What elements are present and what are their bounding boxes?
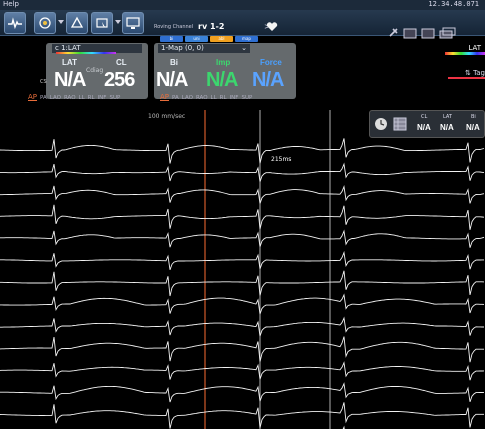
catheter-button[interactable] [34, 12, 56, 34]
lat-color-bar [56, 52, 116, 54]
bi-label: Bi [170, 58, 178, 67]
ecg-channel-trace [0, 361, 485, 381]
catheter-target-icon [39, 17, 51, 29]
lat-value: N/A [54, 69, 86, 91]
view-pa[interactable]: PA [40, 95, 47, 101]
map-button[interactable] [66, 12, 88, 34]
map-panel-title-text: 1-Map (0, 0) [161, 44, 204, 52]
view-lao[interactable]: LAO [50, 95, 61, 101]
ecg-channel-trace [0, 402, 484, 429]
chevron-down-icon[interactable] [115, 20, 121, 24]
tools-icon[interactable] [389, 28, 398, 37]
heart-icon[interactable] [265, 22, 279, 32]
anatomy-icon [70, 16, 84, 28]
clock-readout: 12.34.48.071 [428, 0, 479, 8]
help-menu[interactable]: Help [3, 0, 19, 8]
view-ap[interactable]: AP [160, 93, 169, 101]
signals-button[interactable] [4, 12, 26, 34]
roving-channel-label: Roving Channel [154, 24, 194, 30]
view-rl[interactable]: RL [220, 95, 227, 101]
left-mini-label: CS [40, 79, 47, 85]
system-bar: Help 12.34.48.071 [0, 0, 485, 10]
view-button[interactable] [91, 12, 113, 34]
view-sup[interactable]: SUP [241, 95, 252, 101]
ecg-channel-trace [0, 185, 485, 204]
force-value: N/A [252, 69, 284, 91]
map-view-row: AP PA LAO RAO LL RL INF SUP [160, 93, 255, 101]
cl-value: 256 [104, 69, 135, 91]
monitor-icon [126, 17, 140, 29]
chevron-down-icon[interactable]: ⌄ [241, 44, 247, 53]
view-rao[interactable]: RAO [64, 95, 76, 101]
view-sup[interactable]: SUP [109, 95, 120, 101]
view-inf[interactable]: INF [98, 95, 107, 101]
view-ll[interactable]: LL [79, 95, 85, 101]
right-toolbar-icons [389, 27, 456, 39]
right-color-bar [445, 52, 485, 55]
ecg-channel-trace [0, 162, 485, 182]
chip-abl[interactable]: abl [210, 36, 233, 42]
ecg-channel-trace [0, 138, 485, 164]
lat-panel-title-text: c 1:LAT [55, 44, 81, 52]
roving-channel-value: rv 1-2 [198, 22, 225, 31]
imp-label: Imp [216, 58, 231, 67]
view-pa[interactable]: PA [172, 95, 179, 101]
right-red-marker [448, 77, 485, 79]
ecg-channel-trace [0, 316, 484, 337]
map-panel-title[interactable]: 1-Map (0, 0) ⌄ [158, 44, 250, 53]
imp-value: N/A [206, 69, 238, 91]
chip-map[interactable]: map [235, 36, 258, 42]
lat-label: LAT [62, 58, 77, 67]
view-ap[interactable]: AP [28, 93, 37, 101]
chip-uni[interactable]: uni [185, 36, 208, 42]
ecg-channel-trace [0, 382, 485, 403]
ecg-channel-trace [0, 204, 485, 230]
right-tag-text: Tag [473, 69, 485, 77]
view-rl[interactable]: RL [88, 95, 95, 101]
view-lao[interactable]: LAO [182, 95, 193, 101]
map-panel[interactable]: 1-Map (0, 0) ⌄ Bi Imp Force N/A N/A N/A [154, 43, 296, 99]
lat-faint-label: Cdiag [86, 67, 104, 74]
stack-icon[interactable] [439, 27, 456, 39]
screen-button[interactable] [122, 12, 144, 34]
lat-view-row: AP PA LAO RAO LL RL INF SUP [28, 93, 123, 101]
roving-channel-box[interactable]: Roving Channel rv 1-2 > bi uni abl map [152, 21, 276, 45]
right-lat-label: LAT [468, 44, 481, 52]
cl-label: CL [116, 58, 127, 67]
chip-bi[interactable]: bi [160, 36, 183, 42]
ecg-channel-trace [0, 229, 485, 248]
bi-value: N/A [156, 69, 188, 91]
monitor-small-icon[interactable] [421, 28, 435, 39]
ecg-channel-trace [0, 250, 484, 270]
chevron-down-icon[interactable] [58, 20, 64, 24]
cursor-icon [96, 18, 108, 28]
view-rao[interactable]: RAO [196, 95, 208, 101]
right-tag-label: ⇅ Tag [465, 69, 485, 77]
toolbar: Roving Channel rv 1-2 > bi uni abl map [0, 10, 485, 42]
lat-panel[interactable]: c 1:LAT LAT CL Cdiag N/A 256 [46, 43, 148, 99]
heartbeat-icon [8, 17, 22, 30]
ecg-channel-trace [0, 270, 485, 297]
view-inf[interactable]: INF [230, 95, 239, 101]
ecg-trace-area[interactable] [0, 110, 485, 429]
window-layout-icon[interactable] [403, 28, 417, 39]
ecg-channel-trace [0, 293, 485, 315]
force-label: Force [260, 58, 282, 67]
view-ll[interactable]: LL [211, 95, 217, 101]
ecg-channel-trace [0, 336, 484, 363]
